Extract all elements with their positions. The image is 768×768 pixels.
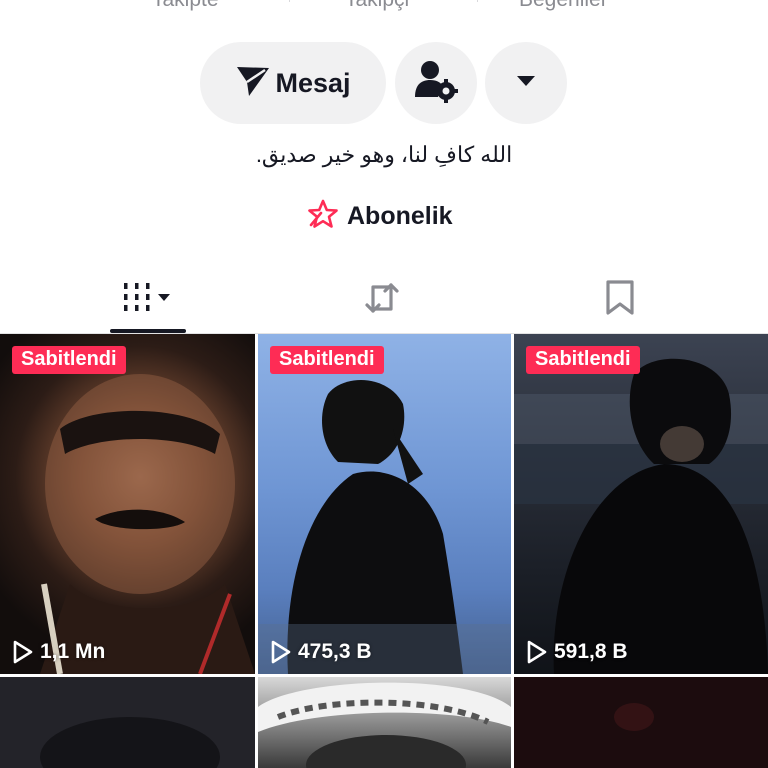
view-count-text: 475,3 B	[298, 640, 372, 663]
view-count-text: 1,1 Mn	[40, 640, 106, 663]
more-options-button[interactable]	[485, 42, 567, 124]
video-tile[interactable]	[0, 677, 255, 768]
play-icon	[527, 640, 547, 664]
tab-videos[interactable]	[108, 268, 188, 332]
tab-reposts[interactable]	[340, 268, 424, 332]
view-count: 475,3 B	[270, 640, 372, 664]
repost-icon	[361, 279, 403, 322]
pinned-badge: Sabitlendi	[12, 346, 126, 374]
divider	[289, 0, 290, 2]
grid-icon	[120, 281, 176, 320]
subscription-label: Abonelik	[347, 202, 453, 230]
star-badge-icon	[307, 199, 339, 234]
subscription-link[interactable]: Abonelik	[307, 199, 453, 234]
video-thumbnail	[514, 677, 768, 768]
view-count-text: 591,8 B	[554, 640, 628, 663]
followers-label[interactable]: Takipçi	[345, 0, 409, 12]
video-thumbnail	[0, 677, 255, 768]
video-tile[interactable]: Sabitlendi 1,1 Mn	[0, 334, 255, 674]
message-button[interactable]: Mesaj	[200, 42, 386, 124]
message-label: Mesaj	[275, 67, 351, 98]
add-friend-button[interactable]	[395, 42, 477, 124]
video-thumbnail	[40, 374, 255, 674]
caret-down-icon	[516, 74, 536, 93]
pinned-badge: Sabitlendi	[270, 346, 384, 374]
pinned-badge: Sabitlendi	[526, 346, 640, 374]
video-tile[interactable]	[514, 677, 768, 768]
video-thumbnail	[258, 380, 511, 674]
profile-bio: الله كافِ لنا، وهو خير صديق.	[255, 142, 513, 167]
send-icon	[235, 64, 271, 103]
video-tile[interactable]	[258, 677, 511, 768]
person-gear-icon	[413, 59, 459, 108]
likes-label[interactable]: Beğeniler	[519, 0, 608, 12]
video-tile[interactable]: Sabitlendi 475,3 B	[258, 334, 511, 674]
video-thumbnail	[514, 358, 768, 674]
video-tile[interactable]: Sabitlendi 591,8 B	[514, 334, 768, 674]
view-count: 591,8 B	[526, 640, 628, 664]
profile-stats: Takipte Takipçi Beğeniler	[0, 0, 768, 22]
following-label[interactable]: Takipte	[152, 0, 219, 12]
bookmark-icon	[605, 279, 635, 321]
tab-saved[interactable]	[582, 268, 658, 332]
video-thumbnail	[258, 682, 511, 768]
divider	[477, 0, 478, 2]
play-icon	[13, 640, 33, 664]
view-count: 1,1 Mn	[12, 640, 105, 664]
play-icon	[271, 640, 291, 664]
